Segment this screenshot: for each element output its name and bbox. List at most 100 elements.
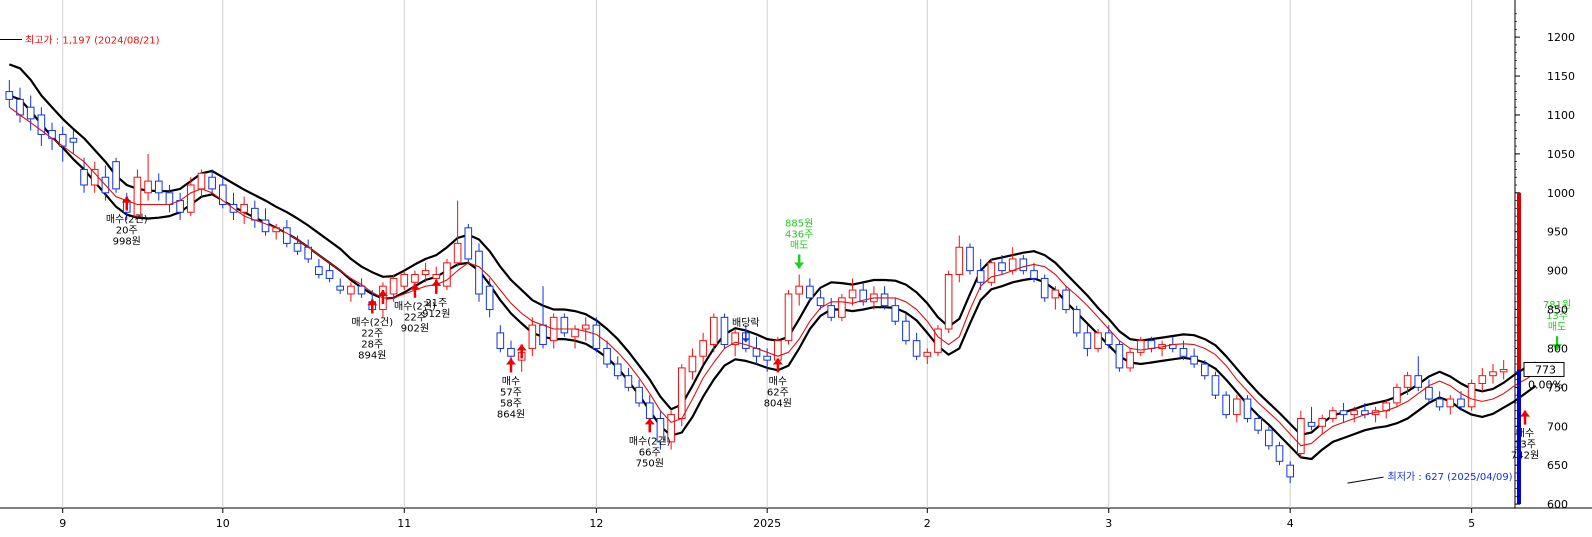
candle-down <box>325 270 334 279</box>
candle-down <box>1040 277 1049 299</box>
sell-label-line: 436주 <box>785 230 813 241</box>
candle-down <box>998 262 1006 272</box>
candle-up <box>1126 351 1134 369</box>
buy-label-line: 매수(2건) <box>106 214 148 226</box>
candle-up <box>1297 417 1305 455</box>
candle-up <box>581 324 590 330</box>
candle-up <box>389 277 398 295</box>
candle-down <box>251 207 259 221</box>
change-label: 0.00% <box>1528 378 1563 391</box>
candle-down <box>1072 309 1081 334</box>
candle-down <box>336 285 345 291</box>
candle-down <box>645 402 654 419</box>
candle-down <box>261 219 270 233</box>
candle-down <box>966 246 974 272</box>
candle-down <box>806 285 814 299</box>
candle-up <box>1136 340 1145 353</box>
candle-down <box>624 375 633 388</box>
buy-label-line: 750원 <box>636 457 664 469</box>
candle-up <box>795 285 804 295</box>
y-tick-label: 950 <box>1547 226 1568 239</box>
candle-down <box>112 161 120 190</box>
y-tick-label: 1150 <box>1547 70 1575 83</box>
candle-down <box>1265 429 1273 447</box>
candle-up <box>528 324 537 349</box>
candle-down <box>912 340 921 357</box>
last-price-label: 773 <box>1535 363 1556 376</box>
candle-up <box>848 289 857 299</box>
candle-up <box>1350 410 1359 416</box>
candle-down <box>496 332 505 349</box>
candle-up <box>90 168 99 186</box>
candle-down <box>208 176 216 190</box>
candle-up <box>400 274 409 287</box>
candle-up <box>1233 398 1241 416</box>
x-tick-label: 9 <box>59 517 66 530</box>
candle-down <box>464 227 473 260</box>
candle-down <box>26 106 35 120</box>
buy-label-line: 58주 <box>500 398 522 409</box>
candle-up <box>571 328 579 338</box>
candle-up <box>1094 332 1102 349</box>
buy-label-line: 22주 <box>361 328 383 339</box>
candle-up <box>955 246 964 276</box>
y-tick-label: 600 <box>1547 498 1568 511</box>
buy-label-line: 매수(2건) <box>351 316 393 328</box>
chart-background <box>0 0 1592 537</box>
x-tick-label: 4 <box>1287 517 1294 530</box>
buy-label-line: 998원 <box>113 236 141 248</box>
candle-down <box>1179 347 1188 357</box>
y-tick-label: 650 <box>1547 459 1568 472</box>
buy-label-line: 66주 <box>639 447 661 458</box>
candle-down <box>69 137 78 143</box>
buy-label-line: 864원 <box>497 408 525 420</box>
x-tick-label: 11 <box>397 517 411 530</box>
candle-down <box>80 168 88 186</box>
candle-down <box>816 297 825 307</box>
x-tick-label: 2 <box>924 517 931 530</box>
candle-up <box>1478 375 1487 384</box>
y-tick-label: 1000 <box>1547 187 1575 200</box>
candle-down <box>219 184 227 205</box>
candle-up <box>443 262 451 287</box>
sell-label-line: 매도 <box>1548 321 1566 333</box>
x-tick-label: 3 <box>1105 517 1112 530</box>
candle-down <box>1222 394 1230 416</box>
candle-down <box>1115 344 1124 369</box>
buy-label-line: 912원 <box>422 308 450 320</box>
candle-down <box>1190 355 1198 365</box>
buy-label-line: 902원 <box>401 323 429 335</box>
candle-down <box>1425 386 1433 400</box>
candle-down <box>539 324 547 346</box>
candle-down <box>1457 398 1465 408</box>
candle-up <box>421 270 430 276</box>
candle-up <box>197 172 206 190</box>
candle-down <box>1339 410 1348 416</box>
candle-up <box>784 293 793 342</box>
candle-down <box>283 227 291 244</box>
candle-down <box>827 305 836 318</box>
buy-label-line: 21주 <box>425 298 447 309</box>
candle-down <box>880 293 889 307</box>
candle-up <box>1446 398 1455 408</box>
candle-down <box>976 270 985 283</box>
buy-label-line: 28주 <box>361 339 383 350</box>
candle-up <box>347 285 355 295</box>
candle-up <box>1499 368 1508 373</box>
candle-up <box>699 340 707 357</box>
y-tick-label: 700 <box>1547 420 1568 433</box>
candle-down <box>1254 417 1262 431</box>
x-tick-label: 10 <box>216 517 230 530</box>
candle-down <box>1030 270 1038 279</box>
x-tick-label: 12 <box>589 517 603 530</box>
buy-label-line: 62주 <box>767 387 789 398</box>
candle-down <box>613 363 622 377</box>
y-tick-label: 800 <box>1547 342 1568 355</box>
buy-label-line: 57주 <box>500 387 522 398</box>
candle-down <box>1019 258 1028 272</box>
candle-down <box>1307 421 1316 427</box>
candle-down <box>293 242 302 252</box>
buy-label-line: 20주 <box>116 226 138 237</box>
dividend-label: 배당락 <box>732 317 760 329</box>
buy-label-line: 매수 <box>502 375 520 387</box>
